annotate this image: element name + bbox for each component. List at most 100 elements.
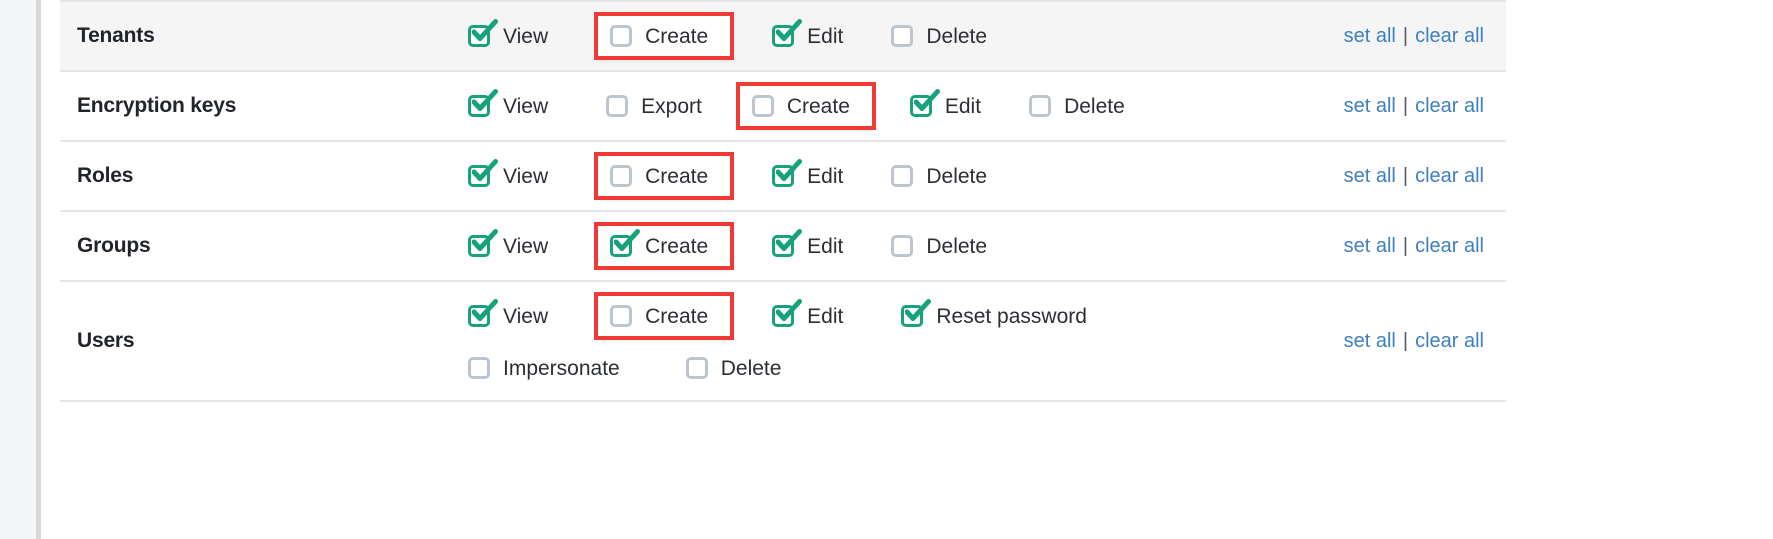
set-all-link[interactable]: set all [1344, 235, 1396, 257]
permission-option-view[interactable]: View [460, 88, 558, 124]
permission-options-line: View Create Edit Delete [460, 12, 1246, 60]
permission-option-label: Edit [807, 164, 844, 188]
checkbox-checked-icon[interactable] [772, 229, 803, 257]
permission-option-label: View [503, 24, 549, 48]
permission-option-edit[interactable]: Edit [764, 158, 853, 194]
checkbox-box [610, 25, 633, 47]
permission-option-view[interactable]: View [460, 298, 558, 334]
checkbox-unchecked-icon[interactable] [610, 25, 633, 47]
actions-separator: | [1402, 234, 1409, 257]
checkbox-checked-icon[interactable] [610, 229, 641, 257]
check-mark-icon [776, 19, 803, 41]
permission-option-view[interactable]: View [460, 158, 558, 194]
check-mark-icon [614, 229, 641, 251]
check-mark-icon [472, 159, 498, 181]
permission-option-create[interactable]: Create [594, 152, 735, 200]
permission-option-delete[interactable]: Delete [883, 228, 997, 264]
checkbox-box [610, 165, 633, 187]
permission-option-view[interactable]: View [460, 18, 558, 54]
permission-option-create[interactable]: Create [735, 82, 876, 130]
permission-option-impersonate[interactable]: Impersonate [460, 350, 630, 386]
permission-option-edit[interactable]: Edit [902, 88, 991, 124]
permission-options: View Create Edit Delete [460, 1, 1246, 71]
clear-all-link[interactable]: clear all [1415, 330, 1484, 352]
checkbox-checked-icon[interactable] [901, 299, 932, 327]
clear-all-link[interactable]: clear all [1415, 95, 1484, 117]
checkbox-checked-icon[interactable] [772, 299, 803, 327]
permission-option-delete[interactable]: Delete [883, 158, 997, 194]
checkbox-unchecked-icon[interactable] [610, 165, 633, 187]
permission-options: View Export Create Edit Delete [460, 71, 1246, 141]
checkbox-checked-icon[interactable] [468, 89, 498, 117]
checkbox-checked-icon[interactable] [468, 19, 498, 47]
permission-option-delete[interactable]: Delete [1021, 88, 1135, 124]
set-all-link[interactable]: set all [1344, 25, 1396, 47]
permission-row: Users View Create Edit Reset password Imperso… [60, 281, 1506, 401]
checkbox-checked-icon[interactable] [772, 159, 803, 187]
permission-options-line: View Create Edit Delete [460, 222, 1246, 270]
permission-option-export[interactable]: Export [598, 88, 712, 124]
clear-all-link[interactable]: clear all [1415, 235, 1484, 257]
permission-option-create[interactable]: Create [594, 12, 735, 60]
check-mark-icon [776, 299, 803, 321]
checkbox-unchecked-icon[interactable] [468, 357, 490, 379]
checkbox-unchecked-icon[interactable] [891, 25, 914, 47]
check-mark-icon [913, 89, 940, 111]
permission-option-label: View [503, 164, 549, 188]
check-mark-icon [905, 299, 932, 321]
permission-option-reset-password[interactable]: Reset password [893, 298, 1097, 334]
permission-option-label: Create [786, 94, 850, 118]
permission-options-line: Impersonate Delete [460, 350, 1246, 386]
permission-option-delete[interactable]: Delete [678, 350, 792, 386]
permission-option-label: Delete [720, 356, 782, 380]
checkbox-unchecked-icon[interactable] [685, 357, 708, 379]
permission-options: View Create Edit Delete [460, 141, 1246, 211]
permission-option-edit[interactable]: Edit [764, 298, 853, 334]
checkbox-unchecked-icon[interactable] [891, 235, 914, 257]
set-all-link[interactable]: set all [1344, 330, 1396, 352]
permission-option-view[interactable]: View [460, 228, 558, 264]
permission-option-label: Create [645, 164, 709, 188]
permission-option-create[interactable]: Create [594, 222, 735, 270]
clear-all-link[interactable]: clear all [1415, 25, 1484, 47]
permission-options: View Create Edit Delete [460, 211, 1246, 281]
check-mark-icon [472, 229, 498, 251]
checkbox-checked-icon[interactable] [468, 229, 498, 257]
left-page-gutter [0, 0, 36, 539]
checkbox-unchecked-icon[interactable] [1029, 95, 1052, 117]
set-all-link[interactable]: set all [1344, 95, 1396, 117]
permission-option-edit[interactable]: Edit [764, 228, 853, 264]
row-actions: set all | clear all [1246, 211, 1506, 281]
checkbox-checked-icon[interactable] [772, 19, 803, 47]
checkbox-checked-icon[interactable] [468, 299, 498, 327]
permission-option-label: Export [641, 94, 702, 118]
checkbox-unchecked-icon[interactable] [606, 95, 629, 117]
permission-option-label: Edit [944, 94, 982, 118]
permission-row: Roles View Create Edit Delete set all | clear a… [60, 141, 1506, 211]
checkbox-unchecked-icon[interactable] [891, 165, 914, 187]
checkbox-box [891, 25, 914, 47]
permission-option-create[interactable]: Create [594, 292, 735, 340]
clear-all-link[interactable]: clear all [1415, 165, 1484, 187]
checkbox-box [606, 95, 629, 117]
permission-option-edit[interactable]: Edit [764, 18, 853, 54]
permissions-table-body: Tenants View Create Edit Delete set all | clear… [60, 1, 1506, 401]
permission-option-label: Create [645, 304, 709, 328]
actions-separator: | [1402, 164, 1409, 187]
permission-options: View Create Edit Reset password Impersonate D… [460, 281, 1246, 401]
permission-option-label: Delete [926, 234, 988, 258]
checkbox-checked-icon[interactable] [909, 89, 940, 117]
check-mark-icon [472, 19, 498, 41]
actions-separator: | [1402, 94, 1409, 117]
checkbox-unchecked-icon[interactable] [610, 305, 633, 327]
checkbox-box [610, 305, 633, 327]
actions-separator: | [1402, 24, 1409, 47]
set-all-link[interactable]: set all [1344, 165, 1396, 187]
permission-option-delete[interactable]: Delete [883, 18, 997, 54]
checkbox-unchecked-icon[interactable] [751, 95, 774, 117]
permission-options-line: View Create Edit Delete [460, 152, 1246, 200]
right-page-gutter [1555, 0, 1773, 539]
checkbox-checked-icon[interactable] [468, 159, 498, 187]
permission-group-name: Users [77, 329, 135, 352]
permission-option-label: Edit [807, 304, 844, 328]
